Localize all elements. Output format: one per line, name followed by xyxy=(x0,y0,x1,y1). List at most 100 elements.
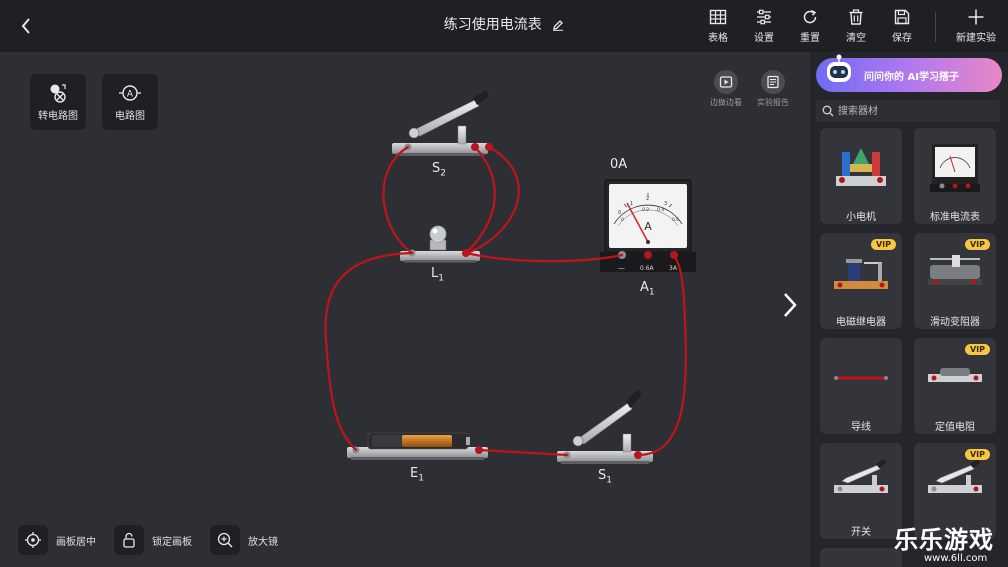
lock-canvas-label: 锁定画板 xyxy=(152,536,192,548)
equipment-item-motor-label: 小电机 xyxy=(846,212,876,223)
vip-badge: VIP xyxy=(964,449,990,460)
equipment-search[interactable] xyxy=(816,100,1000,122)
switch-icon xyxy=(928,459,982,493)
battery-e1[interactable] xyxy=(347,432,488,460)
lock-icon xyxy=(123,532,135,548)
ammeter-terminal-0-6a: 0.6A xyxy=(640,265,655,272)
save-icon xyxy=(894,9,910,25)
wire-battery-s1[interactable] xyxy=(477,448,569,457)
magnifier-label: 放大镜 xyxy=(248,536,278,548)
bulb-l1[interactable] xyxy=(400,225,480,263)
chevron-right-icon xyxy=(784,293,797,317)
top-bar: 练习使用电流表 表格 设置 重置 清空 保存 新建实验 xyxy=(0,0,1008,52)
label-a1: A1 xyxy=(640,280,655,298)
equipment-item-rheostat-label: 滑动变阻器 xyxy=(930,317,980,328)
save-button[interactable]: 保存 xyxy=(880,8,924,44)
equipment-item-fixed-resistor[interactable]: VIP 定值电阻 xyxy=(914,338,996,434)
label-e1: E1 xyxy=(410,466,424,484)
pencil-icon xyxy=(553,20,564,31)
label-s2-sub: 2 xyxy=(440,168,446,179)
ammeter-scale-outer-1: 1 xyxy=(630,201,633,207)
vip-badge: VIP xyxy=(870,239,896,250)
label-l1-sub: 1 xyxy=(438,273,444,284)
table-label: 表格 xyxy=(708,33,728,44)
zoom-icon xyxy=(217,532,233,548)
circuit-diagram: 0 1 2 3 0 0.2 0.4 0.6 A — 0.6A 3A xyxy=(324,90,696,464)
equipment-item-standard-ammeter[interactable]: 标准电流表 xyxy=(914,128,996,224)
ammeter-scale-inner-2: 0.4 xyxy=(657,207,664,213)
ammeter-scale-outer-3: 3 xyxy=(664,201,667,207)
equipment-item-relay[interactable]: VIP 电磁继电器 xyxy=(820,233,902,329)
toolbar-divider xyxy=(935,12,936,42)
label-a1-name: A xyxy=(640,280,649,295)
center-canvas-button[interactable]: 画板居中 xyxy=(18,524,96,556)
new-experiment-button[interactable]: 新建实验 xyxy=(951,8,1001,44)
ammeter-scale-inner-0: 0 xyxy=(618,210,621,216)
search-icon xyxy=(822,105,834,117)
reset-icon xyxy=(803,9,817,24)
clear-button[interactable]: 清空 xyxy=(834,8,878,44)
center-canvas-label: 画板居中 xyxy=(56,536,96,548)
label-s2: S2 xyxy=(432,161,446,179)
switch-s1[interactable] xyxy=(557,389,653,464)
label-s1-sub: 1 xyxy=(606,475,612,486)
trash-icon xyxy=(849,9,863,25)
ammeter-scale-outer-0: 0 xyxy=(621,217,624,223)
magnifier-button[interactable]: 放大镜 xyxy=(210,524,278,556)
ai-banner-text: 问问你的 AI学习搭子 xyxy=(864,72,959,83)
label-e1-name: E xyxy=(410,466,419,481)
wire-icon xyxy=(834,376,888,380)
table-button[interactable]: 表格 xyxy=(696,8,740,44)
equipment-item-standard-ammeter-label: 标准电流表 xyxy=(930,212,980,223)
ammeter-terminal-3a: 3A xyxy=(669,265,678,272)
save-label: 保存 xyxy=(892,33,912,44)
page-title-text: 练习使用电流表 xyxy=(443,17,542,33)
relay-icon xyxy=(834,259,888,289)
label-e1-sub: 1 xyxy=(418,473,424,484)
wire-l1-battery[interactable] xyxy=(324,251,414,452)
equipment-item-motor[interactable]: 小电机 xyxy=(820,128,902,224)
vip-badge: VIP xyxy=(964,344,990,355)
sliders-icon xyxy=(757,9,771,25)
equipment-item-relay-label: 电磁继电器 xyxy=(836,317,886,328)
robot-icon xyxy=(827,54,851,82)
plus-icon xyxy=(968,9,984,25)
ammeter-reading: 0A xyxy=(610,157,628,172)
wire-s2-left-l1[interactable] xyxy=(382,145,414,255)
ammeter-icon xyxy=(930,144,980,192)
lock-canvas-button[interactable]: 锁定画板 xyxy=(114,524,192,556)
reset-label: 重置 xyxy=(800,33,820,44)
watermark-url: www.6ll.com xyxy=(924,553,988,564)
target-icon xyxy=(25,532,41,548)
label-l1: L1 xyxy=(431,266,444,284)
ammeter-scale-inner-3: 0.6 xyxy=(672,217,679,223)
switch-icon xyxy=(834,459,888,493)
settings-button[interactable]: 设置 xyxy=(742,8,786,44)
equipment-item-rheostat[interactable]: VIP 滑动变阻器 xyxy=(914,233,996,329)
ammeter-scale-outer-2: 2 xyxy=(646,196,649,202)
settings-label: 设置 xyxy=(754,33,774,44)
ai-assistant-banner[interactable]: 问问你的 AI学习搭子 xyxy=(816,54,1002,92)
resistor-icon xyxy=(928,368,982,382)
ammeter-scale-inner-1: 0.2 xyxy=(642,207,649,213)
wire-l1-ammeter[interactable] xyxy=(464,251,624,263)
switch-s2[interactable] xyxy=(392,90,493,156)
equipment-item-wire-label: 导线 xyxy=(851,422,871,433)
vip-badge: VIP xyxy=(964,239,990,250)
watermark: 乐乐游戏 www.6ll.com xyxy=(890,520,1008,567)
equipment-item-fixed-resistor-label: 定值电阻 xyxy=(935,422,975,433)
ammeter-unit: A xyxy=(644,220,652,233)
wire-s2-right-l1[interactable] xyxy=(464,145,496,255)
ammeter-terminal-minus: — xyxy=(618,264,625,272)
equipment-item-wire[interactable]: 导线 xyxy=(820,338,902,434)
motor-icon xyxy=(836,148,886,186)
panel-next-button[interactable] xyxy=(778,290,802,320)
edit-title-button[interactable] xyxy=(552,19,564,35)
label-s1: S1 xyxy=(598,468,612,486)
rheostat-icon xyxy=(928,255,982,285)
ammeter-a1[interactable]: 0 1 2 3 0 0.2 0.4 0.6 A — 0.6A 3A xyxy=(600,179,696,272)
table-icon xyxy=(709,9,727,25)
search-input[interactable] xyxy=(838,100,996,122)
equipment-panel: 问问你的 AI学习搭子 小电机 标准电流表 VIP 电磁继电器 VIP 滑动变阻… xyxy=(810,52,1008,567)
reset-button[interactable]: 重置 xyxy=(788,8,832,44)
